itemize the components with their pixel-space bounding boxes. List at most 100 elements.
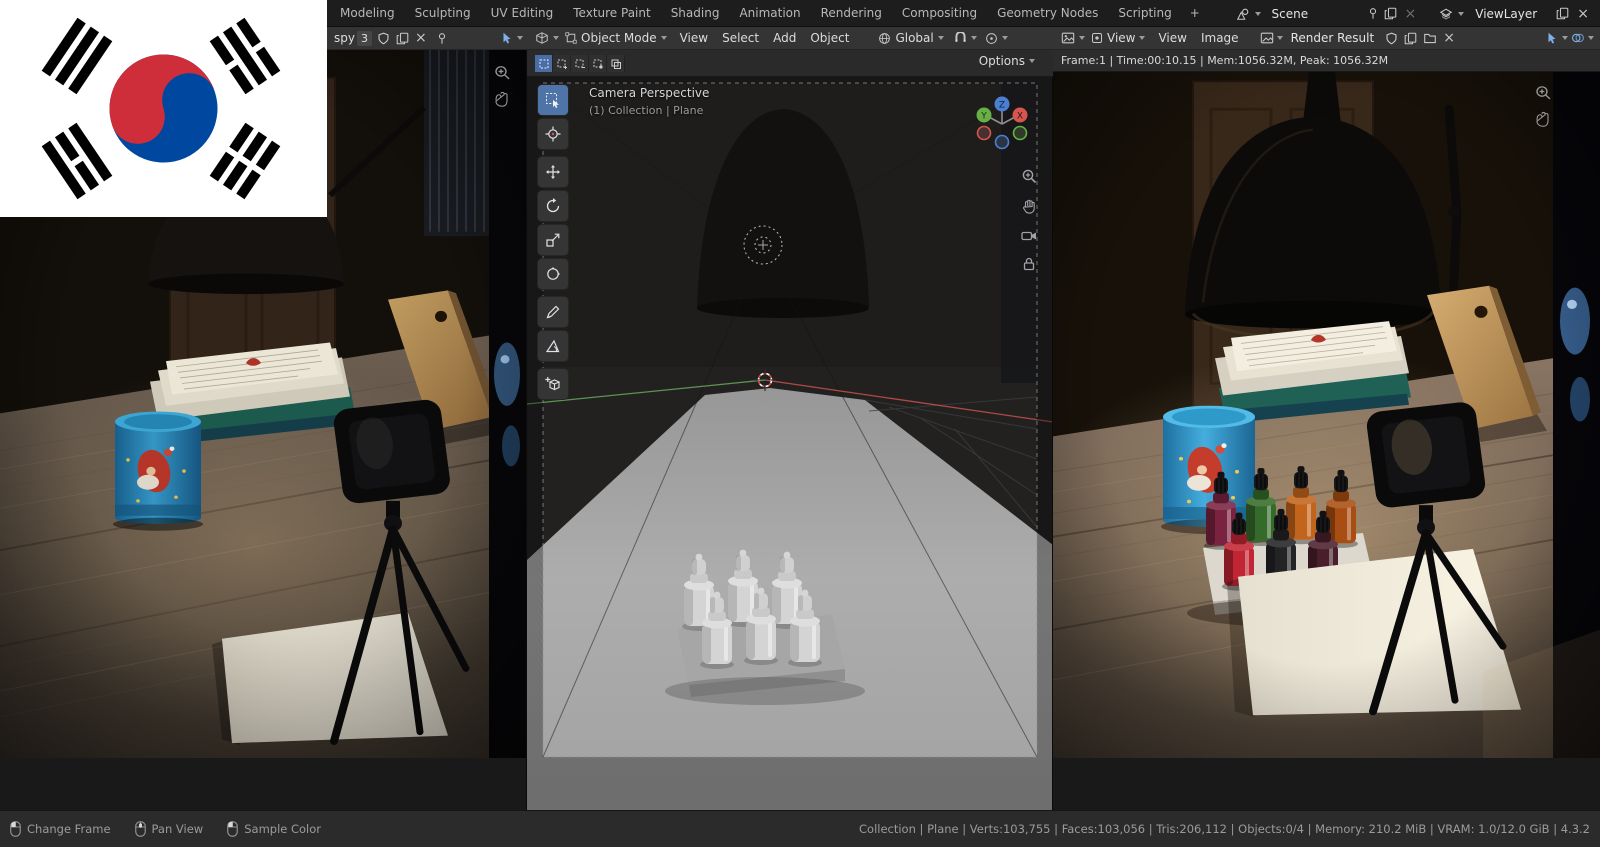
transform-orientation-dropdown[interactable]: Global (872, 31, 949, 45)
unlink-image-icon[interactable]: × (1440, 31, 1458, 45)
gizmo-y-label: Y (980, 112, 987, 122)
tool-measure[interactable] (538, 331, 568, 361)
show-gizmo-icon[interactable] (500, 31, 514, 45)
mouse-middle-icon (135, 821, 146, 837)
workspace-tab-sculpting[interactable]: Sculpting (405, 0, 481, 27)
show-overlays-icon[interactable] (1571, 31, 1585, 45)
add-workspace-button[interactable]: + (1182, 0, 1208, 27)
editor-type-image-icon[interactable] (1053, 31, 1079, 45)
viewport-context-label: (1) Collection | Plane (589, 104, 703, 117)
hint-label: Change Frame (27, 822, 111, 836)
image-users-count[interactable]: 3 (357, 31, 372, 46)
image-menu-view[interactable]: View (1151, 31, 1193, 45)
viewport-menu-view[interactable]: View (673, 31, 715, 45)
tool-move[interactable] (538, 157, 568, 187)
select-mode-invert[interactable] (589, 55, 607, 72)
workspace-tab-uv-editing[interactable]: UV Editing (481, 0, 564, 27)
workspace-tab-rendering[interactable]: Rendering (811, 0, 892, 27)
browse-image-icon[interactable] (1246, 31, 1277, 45)
render-stats-bar: Frame:1 | Time:00:10.15 | Mem:1056.32M, … (1053, 50, 1600, 72)
tool-select-box[interactable] (538, 85, 568, 115)
overlays-options-caret[interactable] (1588, 36, 1594, 40)
new-image-icon[interactable] (1401, 32, 1420, 45)
globe-icon (878, 32, 891, 45)
unlink-image-icon[interactable]: × (412, 31, 430, 45)
scene-name-field[interactable]: Scene (1266, 7, 1362, 21)
tool-scale[interactable] (538, 225, 568, 255)
pin-image-icon[interactable] (430, 32, 454, 45)
viewport-menu-add[interactable]: Add (766, 31, 803, 45)
select-mode-extend[interactable] (553, 55, 571, 72)
fake-user-shield-icon[interactable] (374, 32, 393, 45)
select-mode-intersect[interactable] (607, 55, 625, 72)
viewport-menu-select[interactable]: Select (715, 31, 766, 45)
mouse-hint-sample-color: Sample Color (227, 821, 321, 837)
editor-type-3d-icon[interactable] (527, 31, 553, 45)
workspace-tab-shading[interactable]: Shading (661, 0, 730, 27)
viewlayer-browse-caret[interactable] (1458, 12, 1464, 16)
rotate-icon (545, 198, 561, 214)
workspace-tab-modeling[interactable]: Modeling (330, 0, 405, 27)
fake-user-shield-icon[interactable] (1382, 32, 1401, 45)
viewport-view-label: Camera Perspective (589, 86, 709, 100)
render-result-photo (1053, 72, 1600, 758)
pin-icon[interactable] (1367, 7, 1379, 20)
hint-label: Sample Color (244, 822, 321, 836)
render-stats-text: Frame:1 | Time:00:10.15 | Mem:1056.32M, … (1061, 54, 1388, 67)
viewport-scene (527, 77, 1053, 810)
measure-icon (545, 338, 561, 354)
viewport-menu-object[interactable]: Object (803, 31, 856, 45)
gizmo-options-caret[interactable] (1562, 36, 1568, 40)
gizmo-options-caret[interactable] (517, 36, 523, 40)
tool-add-cube[interactable] (538, 369, 568, 399)
copy-viewlayer-icon[interactable] (1556, 7, 1569, 20)
statusbar: Change Frame Pan View Sample Color Colle… (0, 810, 1600, 847)
tool-annotate[interactable] (538, 297, 568, 327)
proportional-options-caret[interactable] (1002, 36, 1008, 40)
workspace-tab-scripting[interactable]: Scripting (1108, 0, 1181, 27)
workspace-tabs: Modeling Sculpting UV Editing Texture Pa… (330, 0, 1208, 27)
render-result-canvas[interactable] (1053, 72, 1600, 810)
viewport-lock-icon[interactable] (1021, 256, 1037, 275)
scene-browse-caret[interactable] (1255, 12, 1261, 16)
viewport-pan-hand-icon[interactable] (1021, 198, 1037, 217)
viewport-zoom-icon[interactable] (1021, 168, 1037, 187)
tool-transform[interactable] (538, 259, 568, 289)
image-menu-image[interactable]: Image (1194, 31, 1246, 45)
workspace-tab-animation[interactable]: Animation (729, 0, 810, 27)
snap-magnet-icon[interactable] (950, 32, 971, 45)
select-mode-subtract[interactable] (571, 55, 589, 72)
workspace-tab-texture-paint[interactable]: Texture Paint (563, 0, 660, 27)
scene-icon (1236, 7, 1250, 21)
select-mode-new[interactable] (535, 55, 553, 72)
viewport-header: Object Mode View Select Add Object Globa… (527, 27, 1053, 50)
workspace-tab-geometry-nodes[interactable]: Geometry Nodes (987, 0, 1108, 27)
object-mode-icon (565, 32, 577, 44)
scene-viewlayer-selectors: Scene × ViewLayer × (1236, 0, 1592, 27)
unlink-scene-icon[interactable]: × (1402, 7, 1420, 21)
viewlayer-name-field[interactable]: ViewLayer (1469, 7, 1551, 21)
image-editor-right-panel: View View Image Render Result × Frame:1 … (1053, 27, 1600, 810)
open-image-folder-icon[interactable] (1420, 32, 1440, 45)
image-name-fragment[interactable]: spy (334, 31, 355, 45)
image-name-field[interactable]: Render Result (1283, 31, 1383, 45)
remove-viewlayer-icon[interactable]: × (1574, 7, 1592, 21)
copy-image-icon[interactable] (393, 32, 412, 45)
tool-settings-bar: Options (527, 50, 1053, 77)
move-icon (545, 164, 561, 180)
tool-cursor[interactable] (538, 119, 568, 149)
korea-flag (0, 0, 327, 217)
viewport-camera-icon[interactable] (1021, 228, 1037, 247)
image-mode-dropdown[interactable]: View (1085, 31, 1151, 45)
tool-rotate[interactable] (538, 191, 568, 221)
object-mode-dropdown[interactable]: Object Mode (559, 31, 673, 45)
options-dropdown[interactable]: Options (973, 54, 1041, 68)
viewport-canvas[interactable]: Camera Perspective (1) Collection | Plan… (527, 77, 1053, 810)
workspace-tab-compositing[interactable]: Compositing (892, 0, 987, 27)
navigation-axis-gizmo[interactable]: Z Y X (973, 92, 1031, 156)
proportional-editing-icon[interactable] (977, 32, 1002, 45)
select-box-icon (545, 92, 561, 108)
cursor-3d-icon (545, 126, 561, 142)
copy-scene-icon[interactable] (1384, 7, 1397, 20)
show-gizmo-icon[interactable] (1545, 31, 1559, 45)
